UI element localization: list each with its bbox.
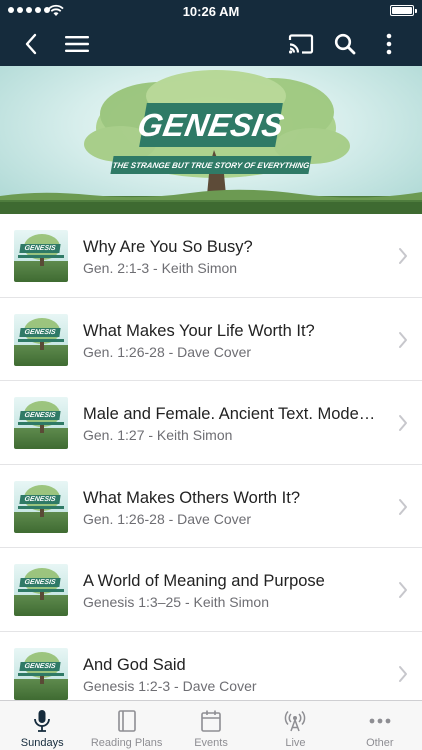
sermon-row[interactable]: GENESIS Male and Female. Ancient Text. Mo… (0, 381, 422, 465)
series-title: GENESIS (135, 106, 288, 143)
status-bar: 10:26 AM (0, 0, 422, 22)
series-title-banner: GENESIS (135, 103, 287, 147)
sermon-thumbnail: GENESIS (14, 480, 68, 533)
sermon-title: A World of Meaning and Purpose (83, 572, 325, 591)
series-hero-image: GENESIS THE STRANGE BUT TRUE STORY OF EV… (0, 66, 422, 214)
tab-live[interactable]: Live (253, 701, 337, 750)
sermon-row[interactable]: GENESIS Why Are You So Busy? Gen. 2:1-3 - … (0, 214, 422, 298)
tab-label: Other (366, 737, 394, 749)
tab-label: Reading Plans (90, 737, 163, 749)
sermon-title: And God Said (83, 655, 186, 674)
sermon-thumbnail: GENESIS (14, 564, 68, 617)
sermon-title: What Makes Others Worth It? (83, 488, 301, 507)
thumbnail-title: GENESIS (19, 411, 61, 421)
sermon-title: Male and Female. Ancient Text. Mode… (83, 405, 376, 424)
tab-sundays[interactable]: Sundays (0, 701, 84, 750)
menu-button[interactable] (58, 22, 96, 66)
microphone-icon (34, 710, 51, 732)
chevron-right-icon (399, 582, 407, 599)
cast-icon (288, 34, 314, 54)
tab-other[interactable]: Other (338, 701, 422, 750)
sermon-row[interactable]: GENESIS A World of Meaning and Purpose Gen… (0, 548, 422, 632)
sermon-subtitle: Gen. 1:26-28 - Dave Cover (83, 510, 252, 527)
sermon-subtitle: Genesis 1:3–25 - Keith Simon (83, 594, 269, 611)
status-time: 10:26 AM (182, 4, 240, 19)
hamburger-icon (65, 36, 89, 52)
sermon-title: Why Are You So Busy? (83, 238, 253, 256)
tab-bar: Sundays Reading Plans Events Live Other (0, 700, 422, 750)
sermon-subtitle: Gen. 1:26-28 - Dave Cover (83, 343, 252, 360)
tab-label: Sundays (20, 737, 64, 749)
sermon-thumbnail: GENESIS (14, 230, 68, 282)
battery-icon (390, 5, 417, 16)
sermon-thumbnail: GENESIS (14, 313, 68, 366)
cast-button[interactable] (282, 22, 320, 66)
sermon-list: GENESIS Why Are You So Busy? Gen. 2:1-3 - … (0, 214, 422, 700)
sermon-subtitle: Gen. 2:1-3 - Keith Simon (83, 260, 238, 276)
more-options-button[interactable] (372, 22, 406, 66)
sermon-title: What Makes Your Life Worth It? (83, 321, 315, 340)
sermon-subtitle: Genesis 1:2-3 - Dave Cover (83, 677, 257, 694)
thumbnail-title: GENESIS (19, 327, 61, 337)
chevron-left-icon (25, 33, 37, 55)
series-subtitle-banner: THE STRANGE BUT TRUE STORY OF EVERYTHING (110, 156, 312, 174)
thumbnail-title: GENESIS (19, 244, 61, 253)
broadcast-icon (285, 710, 306, 732)
thumbnail-title: GENESIS (19, 578, 61, 588)
book-icon (117, 710, 136, 732)
sermon-thumbnail: GENESIS (14, 647, 68, 700)
calendar-icon (201, 710, 221, 732)
sermon-subtitle: Gen. 1:27 - Keith Simon (83, 427, 233, 444)
tab-label: Live (285, 737, 306, 749)
sermon-row[interactable]: GENESIS What Makes Others Worth It? Gen. 1… (0, 465, 422, 549)
sermon-row[interactable]: GENESIS And God Said Genesis 1:2-3 - Dave … (0, 632, 422, 700)
chevron-right-icon (399, 248, 407, 264)
vertical-dots-icon (386, 33, 392, 55)
chevron-right-icon (399, 498, 407, 515)
search-icon (334, 33, 356, 55)
tab-events[interactable]: Events (169, 701, 253, 750)
chevron-right-icon (399, 415, 407, 432)
more-dots-icon (369, 718, 391, 724)
thumbnail-title: GENESIS (19, 494, 61, 504)
sermon-thumbnail: GENESIS (14, 397, 68, 450)
chevron-right-icon (399, 331, 407, 348)
sermon-row[interactable]: GENESIS What Makes Your Life Worth It? Gen… (0, 298, 422, 382)
navigation-bar (0, 22, 422, 66)
tab-reading-plans[interactable]: Reading Plans (84, 701, 168, 750)
thumbnail-title: GENESIS (19, 661, 61, 671)
back-button[interactable] (14, 22, 48, 66)
tab-label: Events (194, 737, 228, 749)
chevron-right-icon (399, 665, 407, 682)
series-subtitle: THE STRANGE BUT TRUE STORY OF EVERYTHING (111, 160, 311, 170)
search-button[interactable] (326, 22, 364, 66)
